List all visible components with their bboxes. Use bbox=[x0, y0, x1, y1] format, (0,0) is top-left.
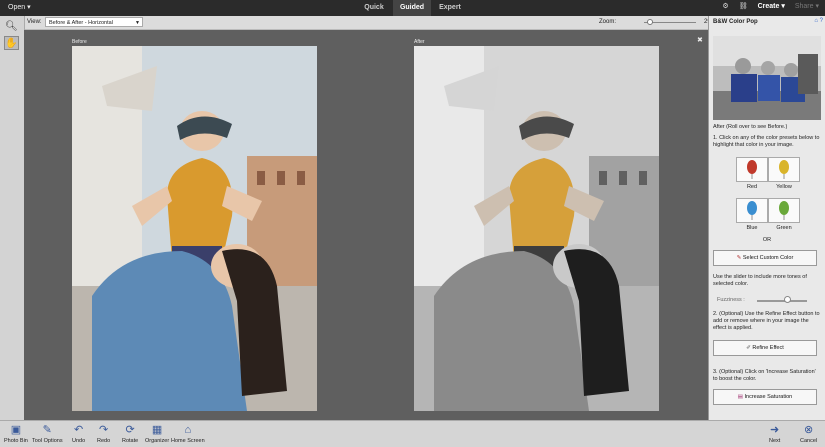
view-options-bar: View: Before & After - Horizontal ▼ Zoom… bbox=[24, 16, 716, 30]
rotate-icon: ⟳ bbox=[125, 424, 135, 436]
view-select-value: Before & After - Horizontal bbox=[49, 20, 113, 26]
cancel-label: Cancel bbox=[800, 438, 818, 444]
fuzziness-slider-track[interactable] bbox=[757, 300, 807, 302]
or-label: OR bbox=[762, 237, 772, 243]
balloon-blue-icon bbox=[747, 201, 757, 220]
home-screen-icon: ⌂ bbox=[184, 424, 192, 436]
slider-hint-text: Use the slider to include more tones of … bbox=[713, 274, 807, 287]
cancel-button[interactable]: ⊗ Cancel bbox=[800, 423, 817, 444]
cancel-icon: ⊗ bbox=[803, 424, 814, 436]
top-menu-bar: Open ▾ Quick Guided Expert ⚙ ⛓ Create ▾ … bbox=[0, 0, 825, 16]
redo-label: Redo bbox=[97, 438, 111, 444]
eyedropper-icon: ✎ bbox=[736, 255, 742, 261]
photo-bin-label: Photo Bin bbox=[4, 438, 28, 444]
next-button[interactable]: ➜ Next bbox=[769, 423, 780, 444]
top-right-actions: ⚙ ⛓ Create ▾ Share ▾ bbox=[722, 2, 819, 10]
tab-expert[interactable]: Expert bbox=[431, 0, 469, 16]
arrow-right-icon: ➜ bbox=[770, 424, 780, 436]
preset-red-button[interactable] bbox=[736, 157, 768, 182]
next-label: Next bbox=[769, 438, 781, 444]
organizer-label: Organizer bbox=[145, 438, 170, 444]
hand-tool-icon[interactable]: ✋ bbox=[4, 36, 19, 50]
before-label: Before bbox=[72, 39, 87, 45]
share-menu[interactable]: Share ▾ bbox=[795, 2, 819, 10]
canvas-area: Before After ✖ bbox=[24, 30, 708, 420]
redo-button[interactable]: ↷ Redo bbox=[97, 423, 110, 444]
after-label: After bbox=[414, 39, 425, 45]
increase-saturation-button[interactable]: ▤ Increase Saturation bbox=[713, 389, 817, 405]
before-photo[interactable] bbox=[72, 46, 317, 411]
balloon-yellow-icon bbox=[779, 160, 789, 179]
after-photo-art bbox=[414, 46, 659, 411]
before-photo-art bbox=[72, 46, 317, 411]
guided-panel: B&W Color Pop ⌂ ? After (Roll over to se… bbox=[708, 16, 825, 420]
select-custom-color-button[interactable]: ✎ Select Custom Color bbox=[713, 250, 817, 266]
refine-effect-button[interactable]: ✐ Refine Effect bbox=[713, 340, 817, 356]
undo-button[interactable]: ↶ Undo bbox=[72, 423, 85, 444]
step2-text: 2. (Optional) Use the Refine Effect butt… bbox=[713, 311, 820, 331]
create-menu[interactable]: Create ▾ bbox=[758, 2, 785, 10]
fuzziness-slider-handle[interactable] bbox=[784, 296, 791, 303]
preset-yellow-button[interactable] bbox=[768, 157, 800, 182]
undo-label: Undo bbox=[72, 438, 86, 444]
open-menu[interactable]: Open ▾ bbox=[8, 3, 31, 11]
zoom-slider-handle[interactable] bbox=[647, 19, 653, 25]
home-screen-button[interactable]: ⌂ Home Screen bbox=[171, 423, 205, 444]
tool-options-button[interactable]: ✎ Tool Options bbox=[32, 423, 63, 444]
tool-options-icon: ✎ bbox=[42, 424, 52, 436]
tab-guided[interactable]: Guided bbox=[393, 0, 431, 16]
bottom-toolbar: ▣ Photo Bin ✎ Tool Options ↶ Undo ↷ Redo… bbox=[0, 420, 825, 447]
tool-column: 🔍︎ ✋ bbox=[0, 16, 25, 420]
zoom-label: Zoom: bbox=[599, 19, 617, 25]
panel-title: B&W Color Pop bbox=[713, 19, 758, 25]
tool-options-label: Tool Options bbox=[32, 438, 63, 444]
preset-yellow-label: Yellow bbox=[776, 184, 792, 190]
photo-bin-button[interactable]: ▣ Photo Bin bbox=[4, 423, 28, 444]
zoom-tool-icon[interactable]: 🔍︎ bbox=[4, 20, 19, 34]
preset-blue-label: Blue bbox=[746, 225, 758, 231]
preview-thumbnail-art bbox=[713, 36, 821, 120]
photo-bin-icon: ▣ bbox=[10, 424, 22, 436]
rotate-button[interactable]: ⟳ Rotate bbox=[122, 423, 138, 444]
preview-thumbnail bbox=[713, 36, 821, 120]
select-custom-color-label: Select Custom Color bbox=[742, 255, 794, 261]
organizer-button[interactable]: ▦ Organizer bbox=[145, 423, 169, 444]
view-select[interactable]: Before & After - Horizontal ▼ bbox=[45, 17, 143, 27]
settings-icon[interactable]: ⚙ bbox=[722, 2, 728, 10]
step1-text: 1. Click on any of the color presets bel… bbox=[713, 135, 820, 148]
chevron-down-icon: ▼ bbox=[135, 20, 140, 26]
preset-blue-button[interactable] bbox=[736, 198, 768, 223]
preset-green-label: Green bbox=[776, 225, 792, 231]
close-icon[interactable]: ✖ bbox=[697, 36, 703, 44]
step3-text: 3. (Optional) Click on 'Increase Saturat… bbox=[713, 369, 816, 382]
preset-red-label: Red bbox=[746, 184, 758, 190]
after-caption: After (Roll over to see Before.) bbox=[713, 124, 788, 130]
organizer-icon: ▦ bbox=[151, 424, 163, 436]
mode-tabs: Quick Guided Expert bbox=[355, 0, 469, 16]
home-screen-label: Home Screen bbox=[171, 438, 205, 444]
increase-saturation-label: Increase Saturation bbox=[744, 394, 793, 400]
fuzziness-label: Fuzziness : bbox=[717, 297, 745, 303]
redo-icon: ↷ bbox=[98, 424, 109, 436]
tab-quick[interactable]: Quick bbox=[355, 0, 393, 16]
brush-icon: ✐ bbox=[746, 345, 751, 351]
undo-icon: ↶ bbox=[73, 424, 84, 436]
view-label: View: bbox=[27, 19, 42, 25]
link-icon[interactable]: ⛓ bbox=[739, 2, 748, 10]
balloon-green-icon bbox=[779, 201, 789, 220]
balloon-red-icon bbox=[747, 160, 757, 179]
after-photo[interactable] bbox=[414, 46, 659, 411]
home-icon[interactable]: ⌂ bbox=[814, 18, 818, 24]
panel-header-icons: ⌂ ? bbox=[814, 18, 823, 24]
preset-green-button[interactable] bbox=[768, 198, 800, 223]
refine-effect-label: Refine Effect bbox=[752, 345, 784, 351]
rotate-label: Rotate bbox=[122, 438, 139, 444]
saturation-icon: ▤ bbox=[737, 394, 743, 400]
help-icon[interactable]: ? bbox=[820, 18, 823, 24]
